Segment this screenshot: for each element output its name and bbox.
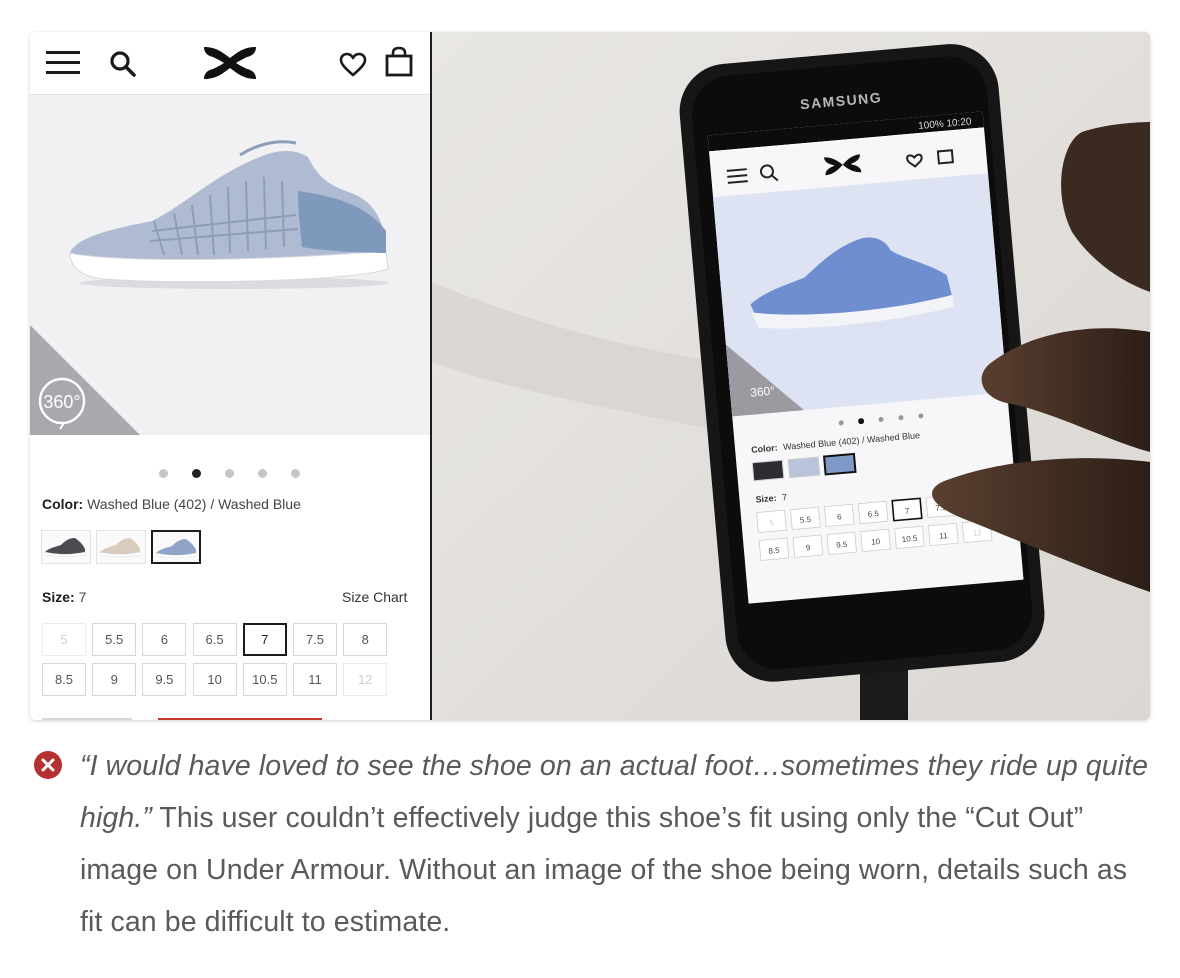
size-selection-label: Size: 7 xyxy=(42,589,86,605)
size-option[interactable]: 6.5 xyxy=(192,623,237,656)
phone-size-label-text: 12 xyxy=(972,528,982,538)
size-option[interactable]: 7.5 xyxy=(293,623,337,656)
phone-size-label-text: 11 xyxy=(939,531,949,541)
size-option[interactable]: 8 xyxy=(343,623,388,656)
product-page-screenshot: 360° Color: Washed Blue (402) / Washed B… xyxy=(30,32,430,720)
phone-360-badge: 360° xyxy=(750,384,776,400)
size-option[interactable]: 8.5 xyxy=(42,663,86,696)
color-label: Color: xyxy=(42,496,84,512)
image-carousel-dots[interactable] xyxy=(30,466,430,480)
product-image-area[interactable]: 360° xyxy=(30,95,430,435)
carousel-dot[interactable] xyxy=(192,469,201,478)
shoe-product-image xyxy=(69,140,389,289)
caption-text: “I would have loved to see the shoe on a… xyxy=(80,740,1150,948)
size-option[interactable]: 6 xyxy=(142,623,187,656)
phone-size-label-text: 6.5 xyxy=(867,509,879,519)
menu-icon[interactable] xyxy=(46,50,80,76)
color-value: Washed Blue (402) / Washed Blue xyxy=(87,496,301,512)
add-to-bag-button-edge[interactable] xyxy=(158,718,322,720)
color-swatch[interactable] xyxy=(41,530,91,564)
phone-photo-illustration: SAMSUNG 100% 10:20 360° Color: Washed Bl… xyxy=(432,32,1150,720)
360-badge-text: 360° xyxy=(43,392,80,412)
error-x-icon xyxy=(34,751,62,779)
bag-icon[interactable] xyxy=(384,46,414,78)
size-option: 12 xyxy=(343,663,388,696)
under-armour-logo[interactable] xyxy=(200,44,260,82)
size-option[interactable]: 7 xyxy=(242,623,287,656)
caption-body: This user couldn’t effectively judge thi… xyxy=(80,802,1128,938)
search-icon[interactable] xyxy=(109,50,137,78)
size-chart-link[interactable]: Size Chart xyxy=(342,589,407,605)
top-navigation-bar xyxy=(30,32,430,95)
phone-photo: SAMSUNG 100% 10:20 360° Color: Washed Bl… xyxy=(432,32,1150,720)
secondary-button-edge[interactable] xyxy=(42,718,132,720)
phone-size-label-text: 9.5 xyxy=(836,540,848,550)
phone-size-label: Size: xyxy=(755,493,777,505)
size-option[interactable]: 10.5 xyxy=(242,663,287,696)
phone-size-value: 7 xyxy=(782,492,788,502)
size-value: 7 xyxy=(78,589,87,605)
carousel-dot[interactable] xyxy=(225,469,234,478)
phone-size-label-text: 10 xyxy=(871,537,881,547)
color-swatch[interactable] xyxy=(96,530,146,564)
size-option[interactable]: 9 xyxy=(92,663,137,696)
swatch-shoe-thumbnail xyxy=(99,538,141,557)
heart-icon[interactable] xyxy=(339,52,367,78)
size-label: Size: xyxy=(42,589,75,605)
color-selection-label: Color: Washed Blue (402) / Washed Blue xyxy=(42,496,301,512)
size-option[interactable]: 11 xyxy=(293,663,337,696)
carousel-dot[interactable] xyxy=(159,469,168,478)
phone-size-label-text: 8.5 xyxy=(768,546,780,556)
carousel-dot[interactable] xyxy=(258,469,267,478)
screenshot-figure: 360° Color: Washed Blue (402) / Washed B… xyxy=(30,32,1150,720)
phone-size-label-text: 5.5 xyxy=(800,515,812,525)
size-option: 5 xyxy=(42,623,86,656)
size-option[interactable]: 10 xyxy=(192,663,237,696)
360-view-badge[interactable]: 360° xyxy=(30,325,142,435)
size-option[interactable]: 9.5 xyxy=(142,663,187,696)
swatch-shoe-thumbnail xyxy=(44,538,86,557)
size-option[interactable]: 5.5 xyxy=(92,623,137,656)
color-swatch[interactable] xyxy=(151,530,201,564)
swatch-shoe-thumbnail xyxy=(155,539,197,558)
carousel-dot[interactable] xyxy=(291,469,300,478)
phone-size-label-text: 10.5 xyxy=(901,534,918,544)
